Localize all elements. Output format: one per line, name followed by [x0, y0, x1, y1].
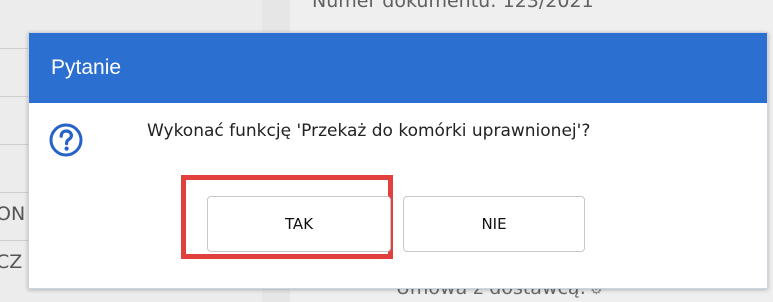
dialog-header: Pytanie [29, 33, 767, 103]
screen: Numer dokumentu: 123/2021 ON CZ Umowa z … [0, 0, 773, 302]
dialog-title: Pytanie [51, 56, 122, 79]
question-icon [49, 123, 83, 157]
yes-button[interactable]: TAK [207, 196, 391, 252]
background-document-number: Numer dokumentu: 123/2021 [312, 0, 594, 12]
dialog-body: Wykonać funkcję 'Przekaż do komórki upra… [29, 103, 767, 288]
background-left-text: CZ [0, 251, 23, 273]
background-left-text: ON [0, 203, 26, 225]
confirm-dialog: Pytanie Wykonać funkcję 'Przekaż do komó… [28, 32, 768, 289]
no-button[interactable]: NIE [403, 196, 585, 252]
dialog-message: Wykonać funkcję 'Przekaż do komórki upra… [147, 121, 591, 141]
